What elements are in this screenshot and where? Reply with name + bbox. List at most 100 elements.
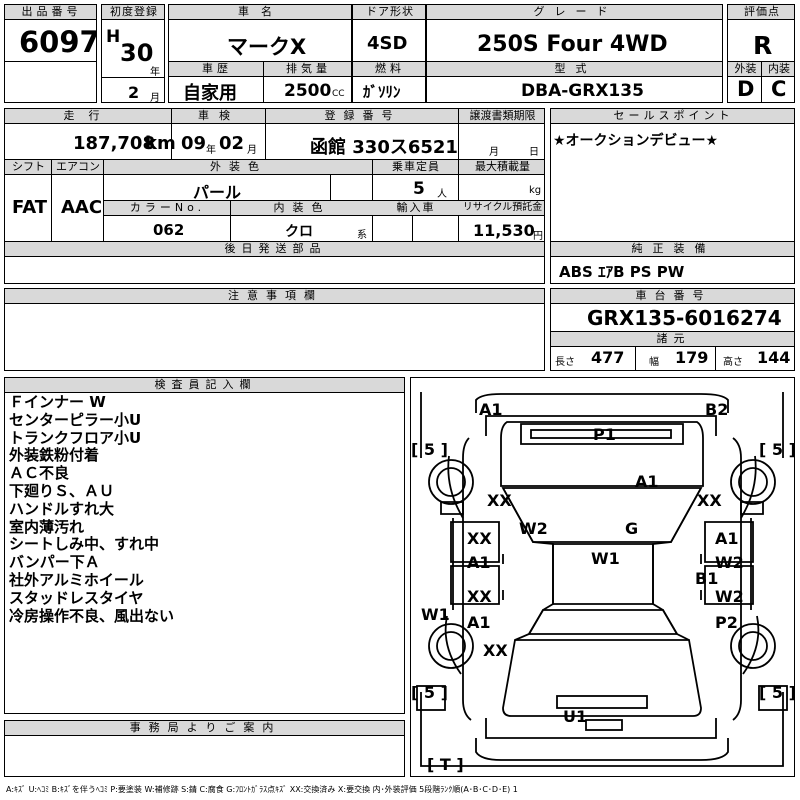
interior-color-unit: 系 (357, 230, 367, 241)
damage-mark: A1 (715, 529, 739, 548)
chassis-label: 車台番号 (551, 289, 794, 304)
mileage-label: 走行 (5, 109, 172, 124)
tire-depth: [ 5 ] (411, 440, 448, 459)
plate-label: 登録番号 (266, 109, 459, 124)
exterior-label: 外装 (728, 62, 761, 77)
tire-depth: [ 5 ] (759, 440, 795, 459)
inspector-note-line: Ｆインナー W (9, 393, 106, 411)
history-box: 車歴 自家用 (168, 61, 264, 103)
transfer-month-unit: 月 (489, 147, 499, 158)
equipment-box: 純正装備 ABS ｴｱB PS PW (550, 241, 795, 284)
inspection-month-unit: 月 (247, 145, 257, 156)
model-box: 型式 DBA-GRX135 (426, 61, 723, 103)
plate-number: 函館 330ス6521 (310, 137, 458, 158)
inspector-note-line: ハンドルすれ大 (9, 499, 115, 518)
history-label: 車歴 (169, 62, 263, 77)
damage-mark: W2 (715, 553, 744, 572)
chassis-number: GRX135-6016274 (587, 306, 782, 330)
width-label: 幅 (649, 357, 659, 368)
capacity-unit: 人 (437, 189, 447, 200)
mileage: 187,708 (73, 133, 155, 154)
inspector-note-line: シートしみ中、すれ中 (9, 535, 160, 554)
registration-year: 30 (120, 39, 154, 67)
year-unit: 年 (150, 67, 160, 78)
car-name-label: 車名 (169, 5, 351, 20)
damage-mark: U1 (563, 707, 587, 726)
interior-color-label: 内装色 (231, 201, 373, 216)
era: H (106, 27, 121, 47)
door-label: ドア形状 (353, 5, 425, 20)
inspection-label: 車検 (172, 109, 266, 124)
lot-number-lower (4, 61, 97, 103)
damage-mark: XX (697, 491, 722, 510)
inspector-label: 検査員記入欄 (5, 378, 404, 393)
transfer-day-unit: 日 (529, 147, 539, 158)
exterior-score: D (737, 77, 755, 101)
width: 179 (675, 348, 709, 367)
displacement: 2500 (284, 81, 332, 101)
model-label: 型式 (427, 62, 722, 77)
inspector-notes-list: Ｆインナー W センターピラー小U トランクフロア小U 外装鉄粉付着 ＡＣ不良 下廻りＳ、… (9, 393, 174, 625)
damage-mark: A1 (635, 472, 659, 491)
damage-mark: XX (467, 587, 492, 606)
notes-box: 注意事項欄 (4, 288, 545, 371)
specs-label: 諸元 (551, 331, 794, 347)
shift-label: シフト (5, 160, 52, 175)
equipment-text: ABS ｴｱB PS PW (559, 263, 685, 281)
damage-diagram: A1 B2 P1 A1 XX XX W2 G XX A1 W1 A1 W2 B1… (410, 377, 795, 777)
ac-label: エアコン (52, 160, 104, 175)
length-label: 長さ (555, 357, 575, 368)
interior-score-box: 内装 C (761, 61, 795, 103)
height-label: 高さ (723, 357, 743, 368)
inspection-month: 02 (219, 133, 245, 154)
displacement-label: 排気量 (264, 62, 351, 77)
first-registration-box: 初度登録 H 30 年 2 月 (101, 4, 165, 103)
tire-depth: [ 5 ] (411, 683, 448, 702)
grade: 250S Four 4WD (477, 32, 668, 57)
import-label: 輸入車 (373, 201, 459, 216)
ac: AAC (61, 197, 103, 218)
fuel-box: 燃料 ｶﾞｿﾘﾝ (352, 61, 426, 103)
fuel: ｶﾞｿﾘﾝ (363, 83, 401, 101)
first-registration-label: 初度登録 (102, 5, 164, 20)
lot-number-label: 出品番号 (5, 5, 96, 20)
damage-mark: XX (467, 529, 492, 548)
inspector-note-line: トランクフロア小U (9, 428, 142, 447)
recycle-unit: 円 (533, 231, 543, 242)
damage-mark: B1 (695, 569, 718, 588)
inspector-note-line: ＡＣ不良 (9, 464, 70, 483)
score: R (753, 31, 773, 60)
inspection-year: 09 (181, 133, 207, 154)
inspector-notes-box: 検査員記入欄 Ｆインナー W センターピラー小U トランクフロア小U 外装鉄粉付着 ＡＣ… (4, 377, 405, 714)
grade-box: グレード 250S Four 4WD (426, 4, 723, 62)
damage-mark: P1 (593, 425, 616, 444)
damage-mark: G (625, 519, 638, 538)
score-box: 評価点 R (727, 4, 795, 62)
mileage-unit: km (145, 133, 176, 154)
height: 144 (757, 348, 791, 367)
door-type: 4SD (367, 33, 408, 54)
capacity-label: 乗車定員 (373, 160, 459, 175)
color-no-label: カラーNo. (104, 201, 231, 216)
history: 自家用 (183, 83, 237, 103)
recycle-fee: 11,530 (473, 221, 535, 240)
model: DBA-GRX135 (521, 81, 644, 101)
office-label: 事務局よりご案内 (5, 721, 404, 736)
color-label: 外装色 (104, 160, 373, 175)
equipment-label: 純正装備 (551, 242, 794, 257)
damage-mark: A1 (467, 613, 491, 632)
lot-number: 6097 (19, 25, 97, 59)
inspector-note-line: センターピラー小U (9, 410, 142, 429)
damage-mark: XX (487, 491, 512, 510)
interior-color: クロ (285, 224, 313, 240)
recycle-label: リサイクル預託金 (459, 201, 544, 216)
lot-number-box: 出品番号 6097 (4, 4, 97, 62)
vehicle-info-block: 走行 車検 登録番号 譲渡書類期限 187,708 km 09 年 02 月 函… (4, 108, 545, 284)
fuel-label: 燃料 (353, 62, 425, 77)
damage-mark: W2 (519, 519, 548, 538)
notes-label: 注意事項欄 (5, 289, 544, 304)
damage-mark: W1 (591, 549, 620, 568)
car-name-box: 車名 マークX (168, 4, 352, 62)
damage-mark: B2 (705, 400, 728, 419)
damage-mark: W2 (715, 587, 744, 606)
